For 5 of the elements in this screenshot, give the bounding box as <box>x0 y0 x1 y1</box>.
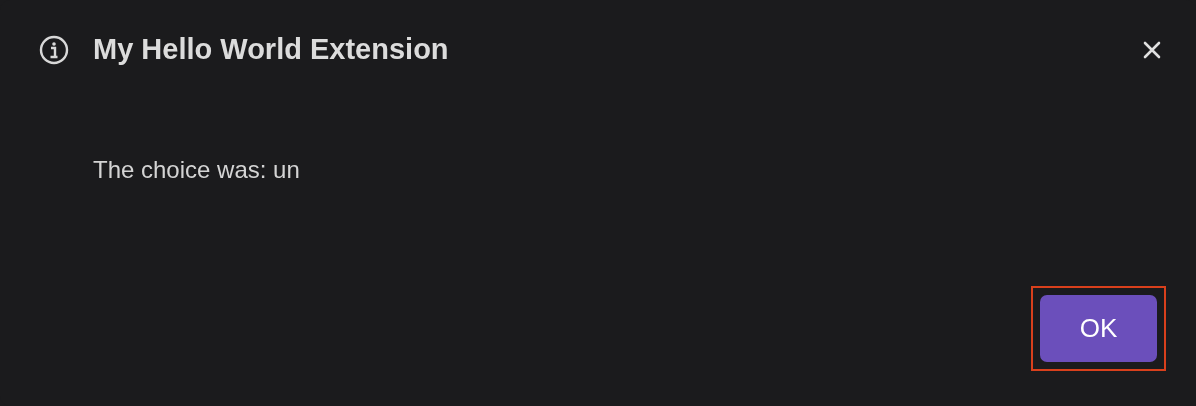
dialog-title: My Hello World Extension <box>93 32 449 68</box>
close-icon <box>1143 41 1161 59</box>
ok-button[interactable]: OK <box>1040 295 1157 362</box>
dialog-message: The choice was: un <box>93 155 301 185</box>
info-icon <box>38 34 70 66</box>
